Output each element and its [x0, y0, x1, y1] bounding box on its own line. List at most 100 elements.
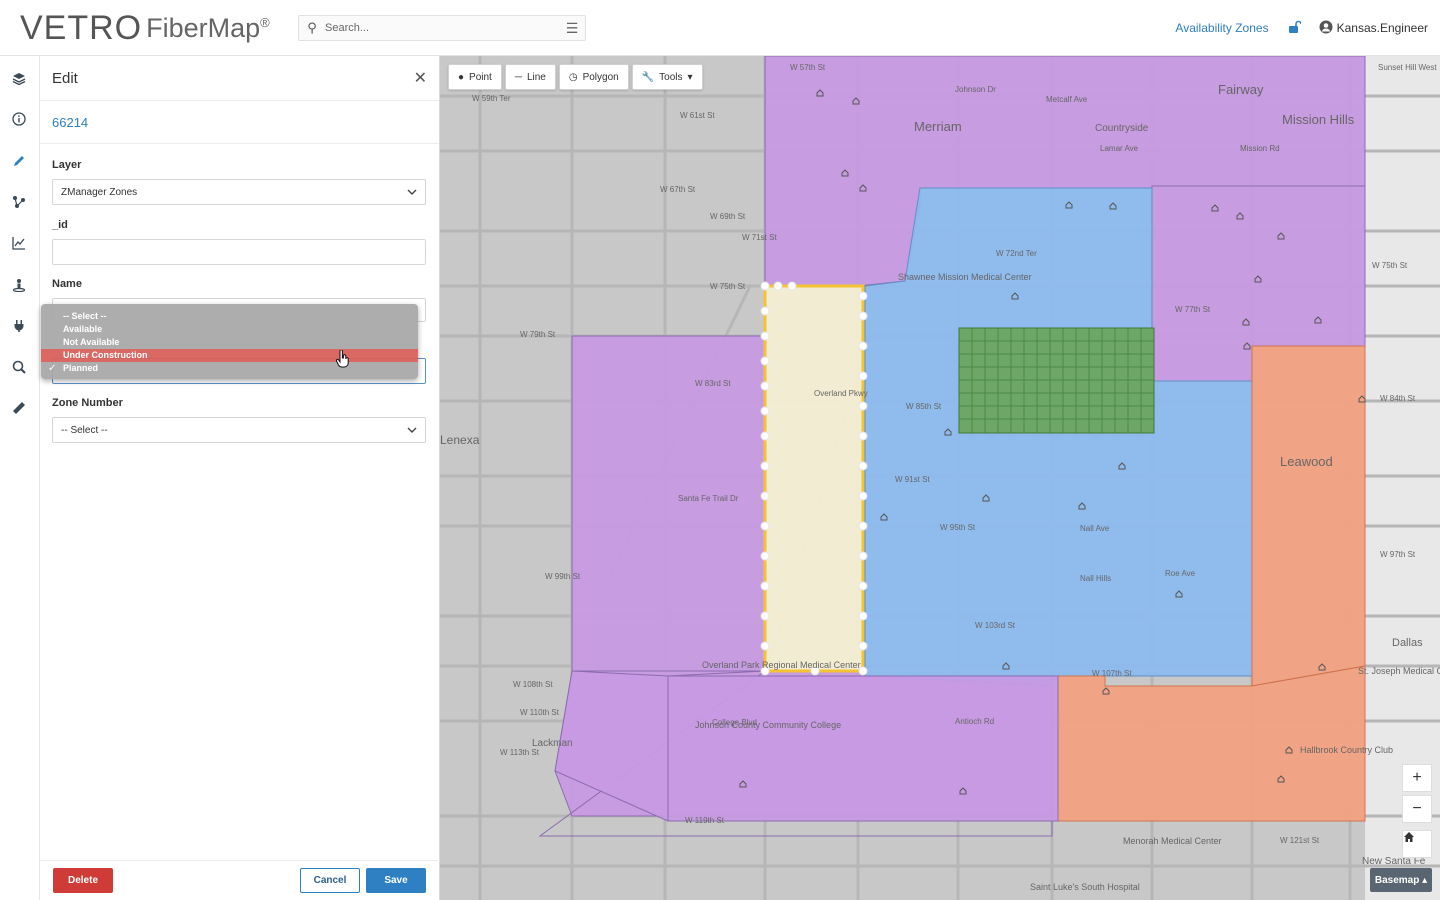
map-place-label: Saint Luke's South Hospital — [1030, 882, 1140, 892]
svg-text:W 95th St: W 95th St — [940, 523, 976, 532]
id-input[interactable] — [52, 239, 426, 265]
id-label: _id — [52, 219, 68, 231]
svg-text:W 84th St: W 84th St — [1380, 394, 1416, 403]
dropdown-option[interactable]: Available — [41, 323, 418, 336]
map-place-label: Nall Hills — [1080, 574, 1111, 583]
svg-text:W 91st St: W 91st St — [895, 475, 930, 484]
dropdown-option[interactable]: -- Select -- — [41, 310, 418, 323]
svg-text:W 107th St: W 107th St — [1092, 669, 1132, 678]
map-svg: Merriam Fairway Mission Hills Countrysid… — [440, 56, 1440, 900]
basemap-button[interactable]: Basemap ▴ — [1370, 868, 1432, 892]
network-trace-icon[interactable] — [8, 191, 30, 213]
map-place-label: Countryside — [1095, 123, 1149, 134]
panel-title: Edit — [52, 69, 78, 87]
home-icon[interactable] — [1402, 830, 1432, 858]
svg-text:W 77th St: W 77th St — [1175, 305, 1211, 314]
svg-text:W 110th St: W 110th St — [520, 708, 560, 717]
map-place-label: Hallbrook Country Club — [1300, 745, 1393, 755]
zone-number-value: -- Select -- — [61, 424, 108, 436]
dropdown-option-highlighted[interactable]: Under Construction — [41, 349, 418, 362]
pencil-edit-icon[interactable] — [8, 150, 30, 172]
svg-text:W 119th St: W 119th St — [685, 816, 725, 825]
vetro-logo[interactable]: VETRO FiberMap® — [20, 8, 270, 48]
ruler-measure-icon[interactable] — [8, 397, 30, 419]
svg-text:W 72nd Ter: W 72nd Ter — [996, 249, 1037, 258]
zoom-search-icon[interactable] — [8, 356, 30, 378]
point-icon: ● — [458, 71, 465, 83]
map-place-label: Mission Hills — [1282, 112, 1355, 127]
svg-text:W 83rd St: W 83rd St — [695, 379, 731, 388]
user-name: Kansas.Engineer — [1336, 21, 1428, 35]
search-icon: ⚲ — [307, 20, 317, 35]
svg-text:Johnson Dr: Johnson Dr — [955, 85, 996, 94]
svg-text:W 61st St: W 61st St — [680, 111, 715, 120]
app-header: VETRO FiberMap® ⚲ Search... ☰ Availabili… — [0, 0, 1440, 56]
chevron-down-icon — [407, 187, 417, 198]
caret-down-icon: ▾ — [687, 71, 693, 83]
caret-up-icon: ▴ — [1422, 874, 1428, 886]
svg-text:W 113th St: W 113th St — [500, 748, 540, 757]
layer-label: Layer — [52, 159, 82, 171]
chart-line-icon[interactable] — [8, 232, 30, 254]
record-id-link[interactable]: 66214 — [40, 101, 439, 144]
name-label: Name — [52, 278, 82, 290]
info-icon[interactable] — [8, 108, 30, 130]
svg-text:W 97th St: W 97th St — [1380, 550, 1416, 559]
unlock-icon[interactable] — [1287, 20, 1302, 37]
hand-cursor-icon — [335, 349, 350, 373]
svg-text:W 99th St: W 99th St — [545, 572, 581, 581]
point-tool-button[interactable]: ● Point — [448, 64, 502, 90]
tool-rail — [0, 56, 40, 900]
logo-main-text: VETRO — [20, 8, 143, 47]
polygon-tool-button[interactable]: ◷ Polygon — [558, 64, 629, 90]
map-place-label: Fairway — [1218, 82, 1264, 97]
svg-text:W 57th St: W 57th St — [790, 63, 826, 72]
dropdown-option[interactable]: Not Available — [41, 336, 418, 349]
svg-text:W 121st St: W 121st St — [1280, 836, 1320, 845]
hamburger-menu-icon[interactable]: ☰ — [559, 20, 585, 37]
map-place-label: Sunset Hill West — [1378, 63, 1437, 72]
edit-panel: Edit ✕ 66214 Layer ZManager Zones _id Na… — [40, 56, 440, 900]
footer-divider — [40, 860, 440, 861]
user-menu[interactable]: Kansas.Engineer — [1319, 20, 1428, 37]
plug-icon[interactable] — [8, 315, 30, 337]
cancel-button[interactable]: Cancel — [300, 868, 360, 893]
close-icon[interactable]: ✕ — [414, 68, 427, 88]
svg-text:Mission Rd: Mission Rd — [1240, 144, 1280, 153]
map-place-label: Leawood — [1280, 454, 1333, 469]
svg-text:W 59th Ter: W 59th Ter — [472, 94, 511, 103]
availability-zones-link[interactable]: Availability Zones — [1175, 21, 1268, 35]
zoom-out-button[interactable]: − — [1402, 795, 1432, 823]
user-icon — [1319, 20, 1333, 37]
chevron-down-icon — [407, 425, 417, 436]
search-input[interactable]: Search... — [325, 22, 559, 34]
location-person-icon[interactable] — [8, 274, 30, 296]
polygon-icon: ◷ — [568, 71, 578, 83]
save-button[interactable]: Save — [366, 868, 426, 893]
zoom-in-button[interactable]: + — [1402, 764, 1432, 792]
svg-text:W 79th St: W 79th St — [520, 330, 556, 339]
search-bar[interactable]: ⚲ Search... ☰ — [298, 15, 586, 41]
svg-text:W 108th St: W 108th St — [513, 680, 553, 689]
panel-header: Edit ✕ — [40, 56, 439, 101]
checkmark-icon: ✓ — [48, 363, 57, 374]
map-canvas[interactable]: Merriam Fairway Mission Hills Countrysid… — [440, 56, 1440, 900]
map-place-label: Merriam — [914, 119, 962, 134]
zone-number-select[interactable]: -- Select -- — [52, 417, 426, 443]
zone-number-label: Zone Number — [52, 397, 123, 409]
svg-text:W 103rd St: W 103rd St — [975, 621, 1016, 630]
layers-icon[interactable] — [8, 68, 30, 90]
delete-button[interactable]: Delete — [53, 868, 113, 893]
layer-select[interactable]: ZManager Zones — [52, 179, 426, 205]
line-icon: ─ — [514, 71, 522, 83]
svg-text:W 75th St: W 75th St — [1372, 261, 1408, 270]
header-right: Availability Zones Kansas.Engineer — [1175, 0, 1428, 56]
svg-text:Metcalf Ave: Metcalf Ave — [1046, 95, 1088, 104]
svg-text:Roe Ave: Roe Ave — [1165, 569, 1196, 578]
map-place-label: Menorah Medical Center — [1123, 836, 1222, 846]
tools-dropdown-button[interactable]: 🔧 Tools ▾ — [631, 64, 703, 90]
svg-text:Antioch Rd: Antioch Rd — [955, 717, 994, 726]
line-tool-button[interactable]: ─ Line — [504, 64, 556, 90]
dropdown-option-selected[interactable]: ✓ Planned — [41, 362, 418, 375]
svg-text:College Blvd: College Blvd — [712, 718, 757, 727]
